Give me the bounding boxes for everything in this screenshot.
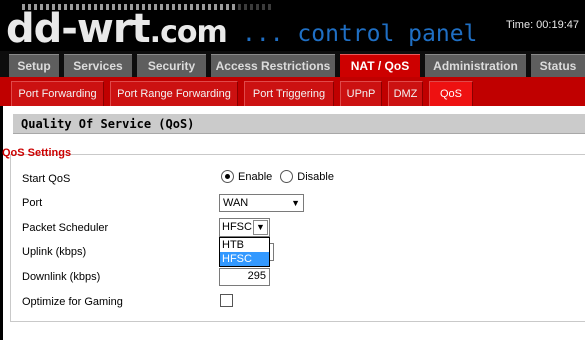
optimize-gaming-checkbox[interactable] [220, 294, 233, 307]
scheduler-option-htb[interactable]: HTB [220, 238, 269, 252]
ddwrt-logo: dd-wrt.com [6, 6, 228, 51]
section-title: Quality Of Service (QoS) [13, 114, 585, 134]
packet-scheduler-select[interactable]: HFSC ▼ [219, 218, 270, 237]
control-panel-tagline: ... control panel [242, 21, 478, 47]
disable-radio-label: Disable [297, 170, 334, 183]
packet-scheduler-dropdown: HTB HFSC [219, 237, 270, 267]
port-select[interactable]: WAN ▼ [219, 194, 304, 212]
header-banner: dd-wrt.com ... control panel Time: 00:19… [0, 0, 585, 51]
packet-scheduler-label: Packet Scheduler [22, 222, 109, 234]
enable-radio-label: Enable [238, 170, 273, 183]
uplink-input-edge [270, 243, 274, 261]
section-wrapper: Quality Of Service (QoS) [3, 106, 585, 148]
dropdown-arrow-icon[interactable]: ▼ [253, 220, 268, 235]
tab-setup[interactable]: Setup [9, 54, 59, 77]
fieldset-legend: QoS Settings [2, 147, 72, 159]
scheduler-option-hfsc[interactable]: HFSC [220, 252, 269, 266]
port-select-value: WAN [223, 197, 249, 209]
tab-services[interactable]: Services [64, 54, 132, 77]
sub-tab-bar: Port Forwarding Port Range Forwarding Po… [0, 77, 585, 106]
main-tab-bar: Setup Services Security Access Restricti… [0, 51, 585, 77]
chevron-down-icon: ▼ [291, 198, 300, 208]
start-qos-label: Start QoS [22, 173, 71, 185]
optimize-gaming-label: Optimize for Gaming [22, 296, 123, 308]
clock-label: Time: 00:19:47 [506, 19, 579, 31]
subtab-upnp[interactable]: UPnP [340, 81, 382, 106]
start-qos-radio-group: Enable Disable [221, 170, 340, 183]
tab-access-restrictions[interactable]: Access Restrictions [211, 54, 335, 77]
tab-security[interactable]: Security [137, 54, 206, 77]
port-label: Port [22, 197, 43, 209]
tab-status[interactable]: Status [531, 54, 585, 77]
disable-radio[interactable] [280, 170, 294, 183]
subtab-qos[interactable]: QoS [429, 81, 473, 106]
subtab-port-forwarding[interactable]: Port Forwarding [11, 81, 104, 106]
subtab-port-triggering[interactable]: Port Triggering [244, 81, 334, 106]
packet-scheduler-value: HFSC [222, 221, 252, 233]
subtab-port-range-forwarding[interactable]: Port Range Forwarding [110, 81, 238, 106]
tab-nat-qos[interactable]: NAT / QoS [340, 54, 420, 77]
downlink-input[interactable]: 295 [219, 268, 270, 286]
tab-administration[interactable]: Administration [425, 54, 526, 77]
enable-radio[interactable] [221, 170, 234, 183]
subtab-dmz[interactable]: DMZ [388, 81, 423, 106]
downlink-label: Downlink (kbps) [22, 271, 101, 283]
uplink-label: Uplink (kbps) [22, 246, 87, 258]
